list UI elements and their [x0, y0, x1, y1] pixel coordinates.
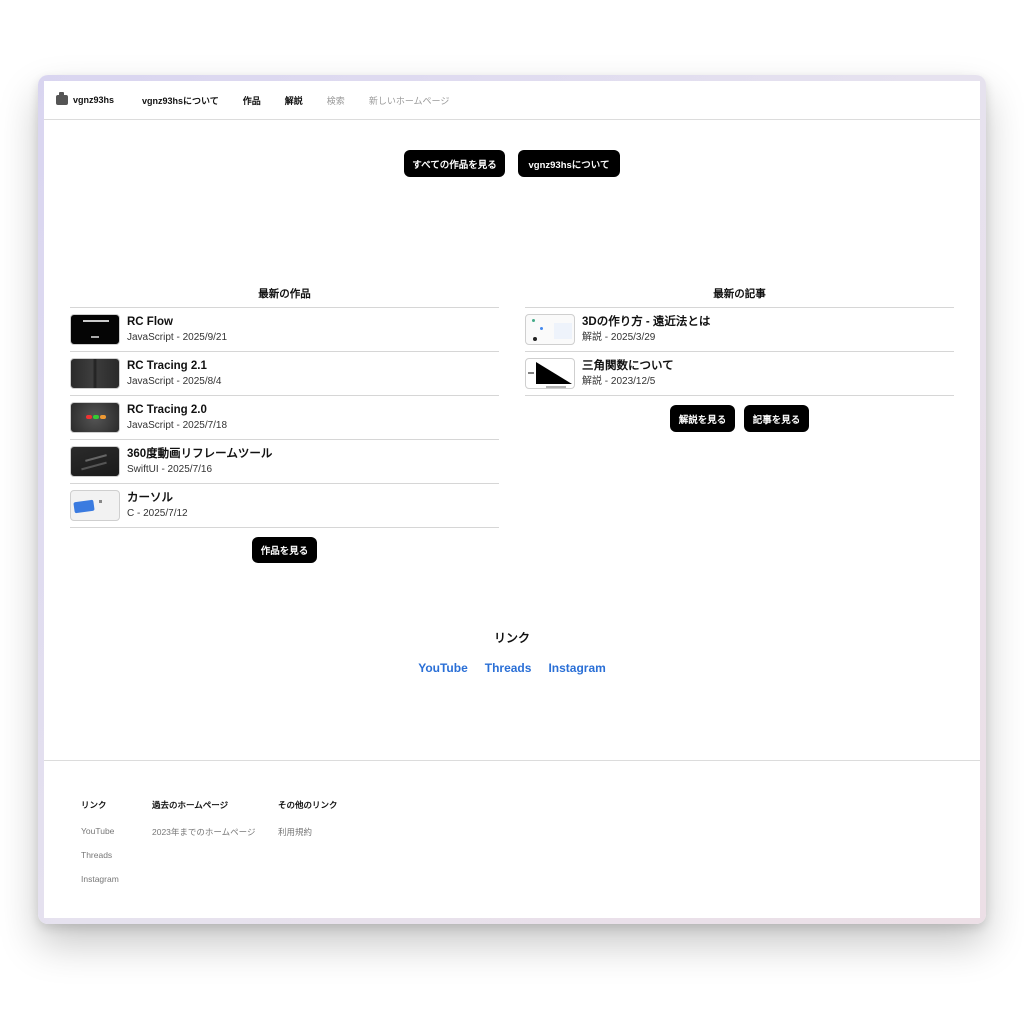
latest-articles-title: 最新の記事 [713, 288, 766, 300]
work-title: RC Tracing 2.1 [127, 359, 207, 372]
nav-item-explain[interactable]: 解説 [285, 94, 303, 107]
work-subtitle: JavaScript - 2025/9/21 [127, 331, 228, 343]
work-title: カーソル [127, 491, 173, 504]
footer-heading: その他のリンク [278, 800, 338, 810]
list-item[interactable]: RC Tracing 2.0 JavaScript - 2025/7/18 [70, 395, 499, 439]
footer-threads-link[interactable]: Threads [81, 850, 119, 860]
all-works-button[interactable]: すべての作品を見る [404, 150, 505, 177]
latest-articles-list: 3Dの作り方 - 遠近法とは 解説 - 2025/3/29 三角関数について 解… [525, 307, 954, 396]
article-thumbnail [525, 314, 575, 345]
footer-instagram-link[interactable]: Instagram [81, 874, 119, 884]
brand-name: vgnz93hs [73, 95, 115, 105]
nav-item-works[interactable]: 作品 [243, 94, 261, 107]
footer-terms-link[interactable]: 利用規約 [278, 826, 338, 838]
camera-icon [56, 92, 68, 105]
footer-heading: 過去のホームページ [152, 800, 229, 810]
about-button[interactable]: vgnz93hsについて [518, 150, 620, 177]
view-articles-button[interactable]: 記事を見る [744, 405, 809, 432]
list-item[interactable]: カーソル C - 2025/7/12 [70, 483, 499, 528]
links-title: リンク [493, 631, 530, 645]
instagram-link[interactable]: Instagram [548, 661, 605, 675]
list-item[interactable]: 360度動画リフレームツール SwiftUI - 2025/7/16 [70, 439, 499, 483]
article-title: 三角関数について [582, 359, 674, 372]
nav-item-about[interactable]: vgnz93hsについて [142, 94, 219, 107]
work-subtitle: JavaScript - 2025/8/4 [127, 375, 222, 387]
work-title: RC Flow [127, 315, 173, 328]
footer-divider [44, 760, 980, 761]
article-thumbnail [525, 358, 575, 389]
youtube-link[interactable]: YouTube [418, 661, 468, 675]
nav-item-search[interactable]: 検索 [327, 94, 345, 107]
view-works-button[interactable]: 作品を見る [252, 537, 317, 563]
work-thumbnail [70, 314, 120, 345]
footer-col-past: 過去のホームページ 2023年までのホームページ [152, 799, 256, 852]
work-title: RC Tracing 2.0 [127, 403, 207, 416]
top-nav: vgnz93hs vgnz93hsについて 作品 解説 検索 新しいホームページ [44, 81, 980, 120]
browser-window: vgnz93hs vgnz93hsについて 作品 解説 検索 新しいホームページ… [44, 81, 980, 918]
latest-works-title: 最新の作品 [258, 288, 311, 300]
footer-col-other: その他のリンク 利用規約 [278, 799, 338, 852]
latest-works-list: RC Flow JavaScript - 2025/9/21 RC Tracin… [70, 307, 499, 528]
work-thumbnail [70, 402, 120, 433]
brand[interactable]: vgnz93hs [56, 92, 115, 105]
footer-col-links: リンク YouTube Threads Instagram [81, 799, 119, 898]
work-thumbnail [70, 490, 120, 521]
threads-link[interactable]: Threads [485, 661, 532, 675]
list-item[interactable]: 三角関数について 解説 - 2023/12/5 [525, 351, 954, 396]
links-row: YouTube Threads Instagram [44, 661, 980, 675]
article-subtitle: 解説 - 2025/3/29 [582, 331, 656, 343]
list-item[interactable]: RC Flow JavaScript - 2025/9/21 [70, 307, 499, 351]
list-item[interactable]: RC Tracing 2.1 JavaScript - 2025/8/4 [70, 351, 499, 395]
footer-old-homepage-link[interactable]: 2023年までのホームページ [152, 826, 256, 838]
footer-heading: リンク [81, 800, 107, 810]
article-subtitle: 解説 - 2023/12/5 [582, 375, 656, 387]
article-title: 3Dの作り方 - 遠近法とは [582, 315, 711, 328]
work-thumbnail [70, 446, 120, 477]
work-title: 360度動画リフレームツール [127, 447, 273, 460]
view-explanations-button[interactable]: 解説を見る [670, 405, 735, 432]
work-subtitle: C - 2025/7/12 [127, 507, 188, 519]
work-subtitle: SwiftUI - 2025/7/16 [127, 463, 213, 475]
list-item[interactable]: 3Dの作り方 - 遠近法とは 解説 - 2025/3/29 [525, 307, 954, 351]
work-thumbnail [70, 358, 120, 389]
footer-youtube-link[interactable]: YouTube [81, 826, 119, 836]
nav-item-new-homepage[interactable]: 新しいホームページ [369, 94, 450, 107]
work-subtitle: JavaScript - 2025/7/18 [127, 419, 228, 431]
